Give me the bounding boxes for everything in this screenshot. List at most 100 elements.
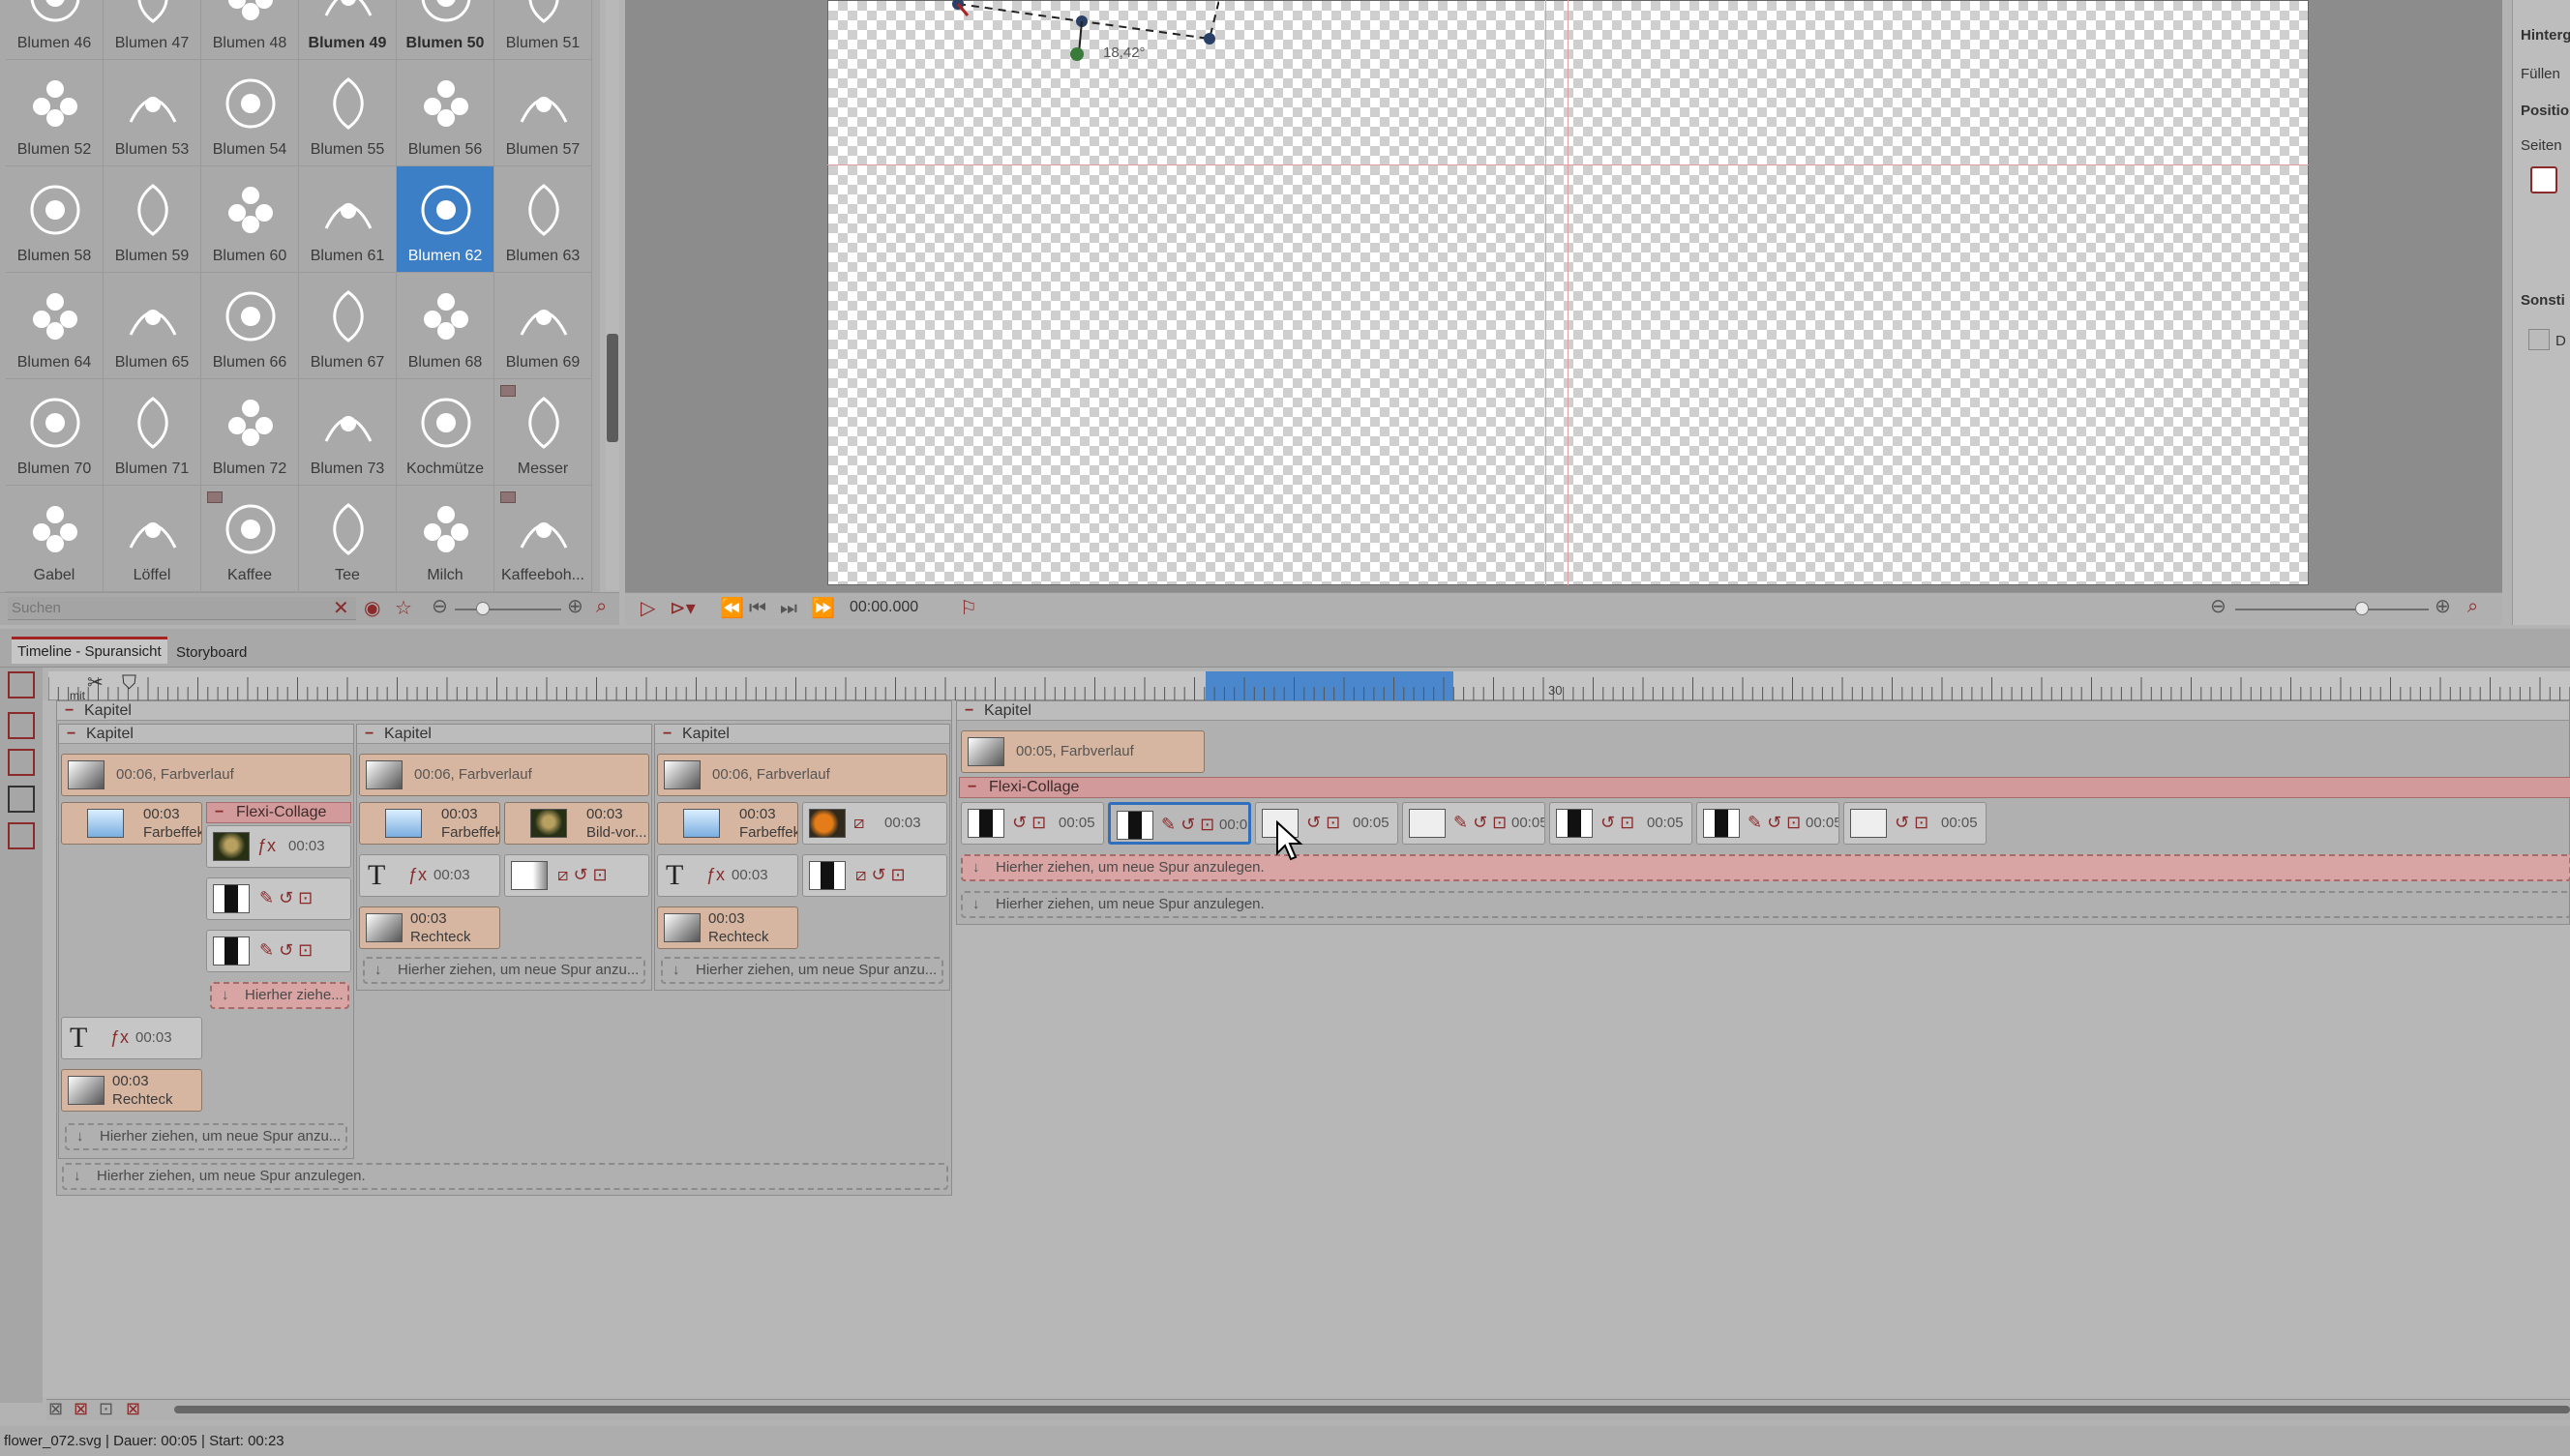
library-item[interactable]: Blumen 52: [6, 60, 104, 166]
library-item[interactable]: Blumen 64: [6, 273, 104, 379]
tab-storyboard[interactable]: Storyboard: [170, 640, 253, 665]
step-back-icon[interactable]: ⏮: [749, 597, 766, 620]
preview-search-icon[interactable]: ⌕: [2467, 595, 2478, 618]
clear-search-icon[interactable]: ✕: [333, 597, 349, 620]
library-item[interactable]: Blumen 57: [494, 60, 592, 166]
preview-zoom-slider[interactable]: [2235, 609, 2429, 610]
library-item[interactable]: Blumen 65: [104, 273, 201, 379]
selection-frame[interactable]: [929, 0, 1219, 68]
library-scrollbar[interactable]: [606, 0, 619, 590]
clip-flexi-selected[interactable]: ✎ ↺ ⊡00:05: [1108, 802, 1251, 845]
preview-zoom-knob[interactable]: [2355, 602, 2369, 615]
clip-flexi-item[interactable]: ↺ ⊡ 00:05: [1549, 802, 1692, 845]
library-item[interactable]: Blumen 55: [299, 60, 397, 166]
magnet-icon[interactable]: [8, 671, 35, 698]
drop-zone-flexi-1[interactable]: Hierher ziehe...: [210, 982, 349, 1009]
library-item[interactable]: Blumen 61: [299, 166, 397, 273]
rewind-icon[interactable]: ⏪: [720, 597, 744, 620]
library-item[interactable]: Kaffee: [201, 486, 299, 592]
library-item[interactable]: Blumen 73: [299, 379, 397, 486]
star-icon[interactable]: ☆: [395, 597, 412, 620]
drop-zone-outer[interactable]: Hierher ziehen, um neue Spur anzulegen.: [62, 1163, 948, 1190]
library-item[interactable]: Blumen 70: [6, 379, 104, 486]
clip-farbeffekt-2[interactable]: 00:03 Farbeffekt: [359, 802, 500, 845]
library-item[interactable]: Blumen 72: [201, 379, 299, 486]
chapter-2[interactable]: Kapitel 00:06, Farbverlauf 00:03 Farbeff…: [356, 724, 652, 991]
eye-icon[interactable]: ◉: [364, 597, 380, 620]
clip-flexi-item[interactable]: ✎ ↺ ⊡ 00:05: [1696, 802, 1839, 845]
search-icon[interactable]: ⌕: [596, 595, 607, 618]
library-item[interactable]: Blumen 67: [299, 273, 397, 379]
library-item[interactable]: Blumen 60: [201, 166, 299, 273]
library-item[interactable]: Blumen 69: [494, 273, 592, 379]
zoom-out-icon[interactable]: ⊖: [432, 595, 448, 618]
clip-farbverlauf-3[interactable]: 00:06, Farbverlauf: [657, 754, 947, 796]
zoom-in-icon[interactable]: ⊕: [567, 595, 583, 618]
clip-farbeffekt-3[interactable]: 00:03 Farbeffekt: [657, 802, 798, 845]
nav-fit-icon[interactable]: ⊡: [99, 1397, 113, 1420]
drop-zone-flexi-right[interactable]: Hierher ziehen, um neue Spur anzulegen.: [961, 854, 2570, 881]
record-icon[interactable]: [2530, 166, 2557, 193]
clip-rechteck-1[interactable]: 00:03 Rechteck: [61, 1069, 202, 1112]
library-search-input[interactable]: [8, 597, 356, 620]
library-item[interactable]: Tee: [299, 486, 397, 592]
play-options-icon[interactable]: ⊳▾: [670, 597, 696, 620]
library-item[interactable]: Blumen 53: [104, 60, 201, 166]
add-track-icon[interactable]: [8, 712, 35, 739]
library-item[interactable]: Blumen 68: [397, 273, 494, 379]
library-item[interactable]: Blumen 58: [6, 166, 104, 273]
clip-flexi-item[interactable]: ↺ ⊡ 00:05: [961, 802, 1104, 845]
clip-flexi-1-a[interactable]: ✎ ↺ ⊡: [206, 877, 351, 920]
clip-flexi-item[interactable]: ✎ ↺ ⊡ 00:05: [1402, 802, 1545, 845]
clip-image-3[interactable]: ⧄ ↺ ⊡: [802, 854, 947, 897]
chapter-3[interactable]: Kapitel 00:06, Farbverlauf 00:03 Farbeff…: [654, 724, 950, 991]
clip-image-2[interactable]: ⧄ ↺ ⊡: [504, 854, 649, 897]
drop-zone-chapter-right[interactable]: Hierher ziehen, um neue Spur anzulegen.: [961, 891, 2570, 918]
nav-next-icon[interactable]: ⊠: [126, 1397, 140, 1420]
library-zoom-knob[interactable]: [476, 602, 490, 615]
library-item[interactable]: Löffel: [104, 486, 201, 592]
step-forward-icon[interactable]: ⏭: [780, 597, 797, 620]
library-item[interactable]: Blumen 49: [299, 0, 397, 60]
clip-farbeffekt-1[interactable]: 00:03 Farbeffekt: [61, 802, 202, 845]
nav-prev-icon[interactable]: ⊠: [74, 1397, 88, 1420]
clip-farbverlauf-2[interactable]: 00:06, Farbverlauf: [359, 754, 649, 796]
library-item[interactable]: Blumen 56: [397, 60, 494, 166]
clip-image-flexi-1[interactable]: ƒx 00:03: [206, 825, 351, 868]
library-item[interactable]: Milch: [397, 486, 494, 592]
drop-zone-chapter-1[interactable]: Hierher ziehen, um neue Spur anzu...: [65, 1123, 347, 1150]
library-zoom-slider[interactable]: [455, 609, 561, 610]
library-item[interactable]: Blumen 50: [397, 0, 494, 60]
play-icon[interactable]: ▷: [641, 597, 655, 620]
clip-text-2[interactable]: T ƒx 00:03: [359, 854, 500, 897]
clip-rechteck-3[interactable]: 00:03 Rechteck: [657, 906, 798, 949]
marker-icon[interactable]: ⚐: [960, 597, 977, 620]
library-item[interactable]: Blumen 59: [104, 166, 201, 273]
chapter-right[interactable]: Kapitel 00:05, Farbverlauf Flexi-Collage…: [956, 700, 2570, 925]
clip-flexi-item[interactable]: ↺ ⊡ 00:05: [1843, 802, 1987, 845]
clip-text-1[interactable]: T ƒx 00:03: [61, 1017, 202, 1059]
timeline-hscroll-thumb[interactable]: [174, 1406, 2570, 1413]
preview-zoom-out-icon[interactable]: ⊖: [2210, 595, 2226, 618]
library-item[interactable]: Blumen 48: [201, 0, 299, 60]
shield-icon[interactable]: ⛉: [122, 671, 136, 695]
library-item[interactable]: Blumen 54: [201, 60, 299, 166]
clip-farbverlauf-1[interactable]: 00:06, Farbverlauf: [61, 754, 351, 796]
library-item[interactable]: Messer: [494, 379, 592, 486]
library-item[interactable]: Kaffeeboh...: [494, 486, 592, 592]
library-item[interactable]: Blumen 47: [104, 0, 201, 60]
fast-forward-icon[interactable]: ⏩: [811, 597, 835, 620]
tab-timeline[interactable]: Timeline - Spuransicht: [12, 637, 167, 664]
clip-rechteck-2[interactable]: 00:03 Rechteck: [359, 906, 500, 949]
props-checkbox[interactable]: [2528, 329, 2550, 350]
library-item[interactable]: Kochmütze: [397, 379, 494, 486]
preview-zoom-in-icon[interactable]: ⊕: [2435, 595, 2451, 618]
library-item[interactable]: Blumen 66: [201, 273, 299, 379]
clip-farbverlauf-right[interactable]: 00:05, Farbverlauf: [961, 730, 1205, 773]
chapter-1[interactable]: Kapitel 00:06, Farbverlauf 00:03 Farbeff…: [58, 724, 354, 1159]
drop-zone-chapter-3[interactable]: Hierher ziehen, um neue Spur anzu...: [661, 957, 943, 984]
clip-flexi-1-b[interactable]: ✎ ↺ ⊡: [206, 930, 351, 972]
expand-icon[interactable]: [8, 822, 35, 849]
clip-text-3[interactable]: T ƒx 00:03: [657, 854, 798, 897]
flexi-collage-right-header[interactable]: Flexi-Collage: [959, 777, 2570, 798]
